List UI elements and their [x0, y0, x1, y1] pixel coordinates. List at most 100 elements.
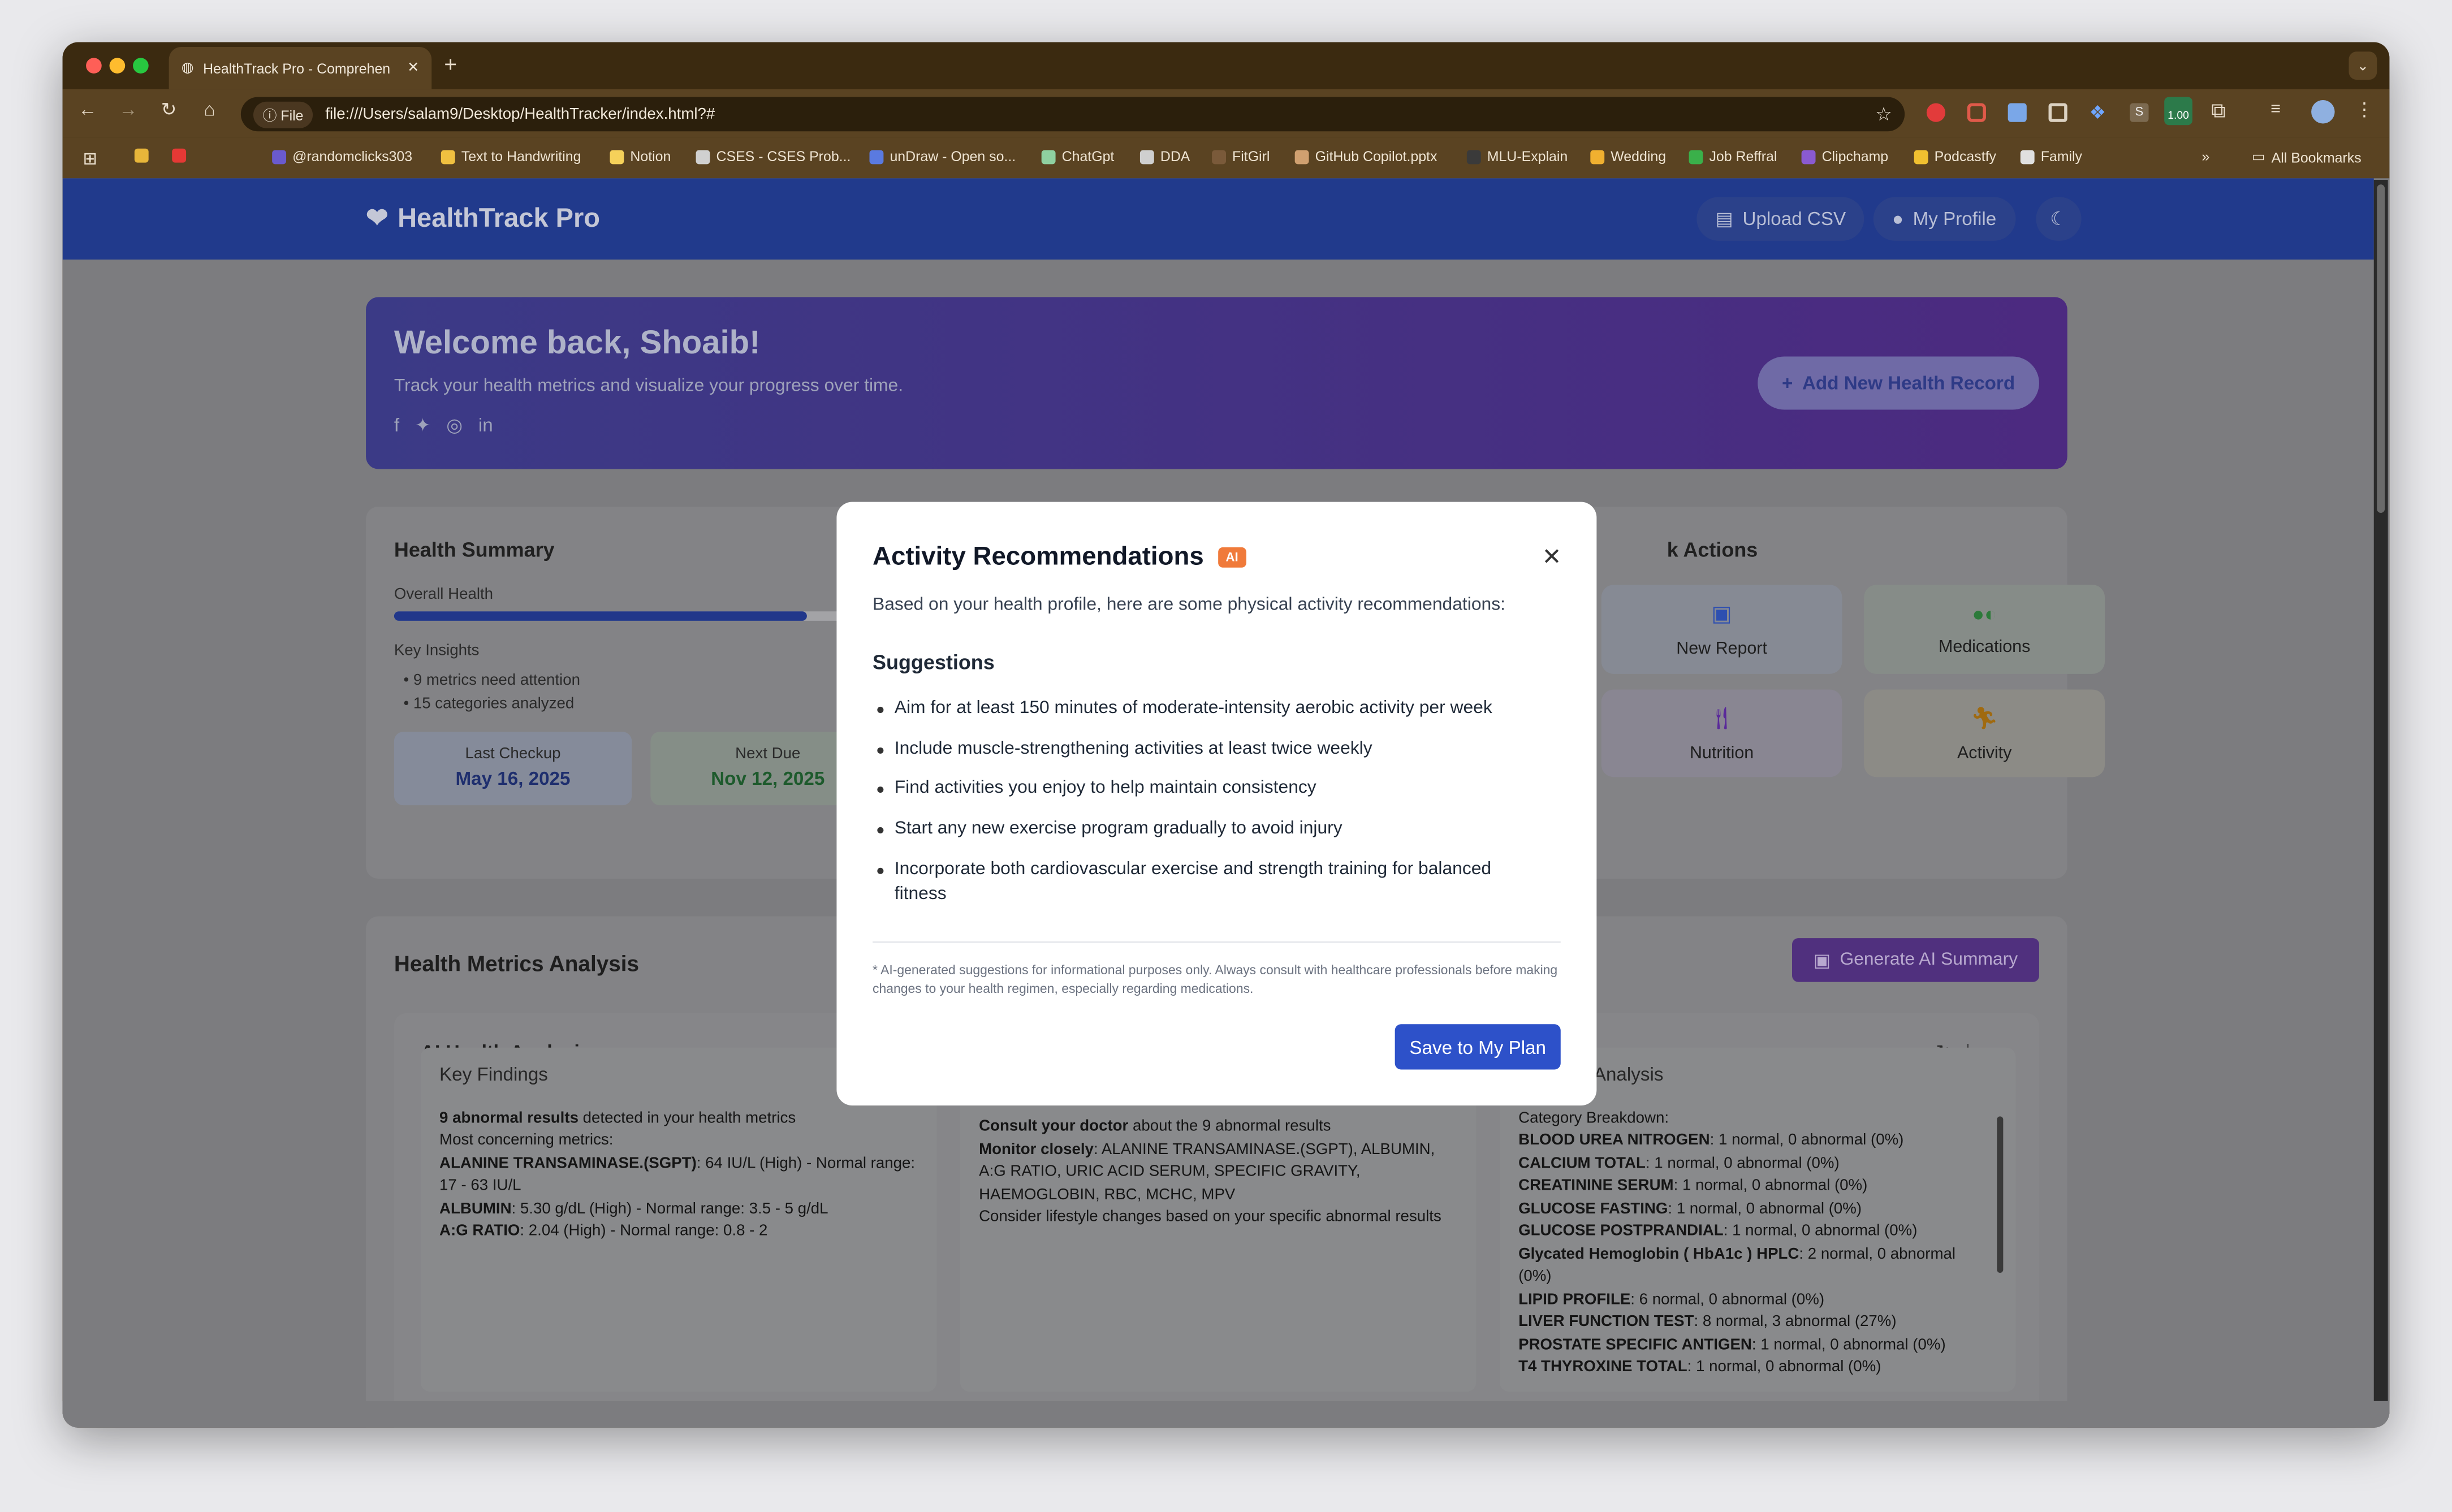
- record-extension-icon[interactable]: [1967, 103, 1986, 122]
- bookmark-label: ChatGpt: [1061, 148, 1115, 165]
- bookmark-item[interactable]: unDraw - Open so...: [869, 149, 1016, 164]
- findings-summary-text: detected in your health metrics: [578, 1109, 796, 1127]
- home-icon[interactable]: ⌂: [197, 98, 222, 120]
- bookmark-favicon-icon: [2020, 149, 2035, 163]
- category-scrollbar[interactable]: [1997, 1116, 2004, 1273]
- bookmark-youtube-icon[interactable]: [172, 148, 187, 163]
- all-bookmarks-label: All Bookmarks: [2271, 149, 2362, 165]
- menu-kebab-icon[interactable]: ⋮: [2355, 98, 2374, 120]
- extension-badge: 1.00: [2168, 111, 2189, 122]
- screenshot-extension-icon[interactable]: [2008, 103, 2027, 122]
- activity-label: Activity: [1957, 743, 2012, 763]
- bookmark-favicon-icon: [1041, 149, 1056, 163]
- category-detail: : 1 normal, 0 abnormal (0%): [1645, 1155, 1840, 1172]
- bookmark-item[interactable]: Wedding: [1590, 148, 1667, 165]
- bookmark-item[interactable]: Clipchamp: [1801, 148, 1889, 165]
- window-extension-icon[interactable]: [2048, 103, 2067, 122]
- minimize-window-button[interactable]: [109, 58, 126, 74]
- bookmark-item[interactable]: FitGirl: [1212, 149, 1270, 164]
- bookmark-star-icon[interactable]: ☆: [1875, 103, 1892, 126]
- activity-action[interactable]: 🏃︎ Activity: [1864, 689, 2105, 777]
- apps-grid-icon[interactable]: ⊞: [83, 149, 97, 169]
- bookmark-photos-icon[interactable]: [134, 148, 149, 163]
- all-bookmarks-folder[interactable]: ▭ All Bookmarks: [2252, 149, 2362, 166]
- puzzle-blue-extension-icon[interactable]: ❖: [2089, 102, 2106, 124]
- active-tab[interactable]: ◍ HealthTrack Pro - Comprehen ✕: [169, 46, 432, 89]
- bookmark-item[interactable]: DDA: [1139, 149, 1190, 164]
- heartbeat-icon: ❤: [366, 203, 388, 234]
- new-report-action[interactable]: ▣ New Report: [1601, 585, 1842, 674]
- modal-title-row: Activity Recommendations AI: [873, 543, 1246, 573]
- extension-icon[interactable]: [1926, 103, 1946, 122]
- bookmark-label: Clipchamp: [1821, 148, 1889, 165]
- maximize-window-button[interactable]: [133, 58, 149, 74]
- s-extension-icon[interactable]: S: [2130, 103, 2149, 122]
- reload-icon[interactable]: ↻: [157, 98, 182, 120]
- bookmark-item[interactable]: MLU-Explain: [1466, 149, 1568, 164]
- welcome-subtitle: Track your health metrics and visualize …: [394, 377, 904, 396]
- modal-close-icon[interactable]: ✕: [1542, 543, 1562, 571]
- close-window-button[interactable]: [86, 58, 102, 74]
- extensions-icon[interactable]: ⧉: [2211, 98, 2226, 123]
- linkedin-icon[interactable]: in: [478, 414, 493, 437]
- medications-action[interactable]: ●◐ Medications: [1864, 585, 2105, 674]
- facebook-icon[interactable]: f: [394, 414, 399, 437]
- category-detail: : 1 normal, 0 abnormal (0%): [1710, 1132, 1904, 1150]
- bookmark-item[interactable]: CSES - CSES Prob...: [696, 149, 851, 164]
- page-scrollbar[interactable]: [2373, 180, 2388, 1426]
- bookmark-item[interactable]: @randomclicks303: [272, 149, 412, 164]
- bookmark-item[interactable]: Family: [2020, 149, 2082, 164]
- save-to-plan-button[interactable]: Save to My Plan: [1395, 1024, 1561, 1070]
- bookmark-item[interactable]: GitHub Copilot.pptx: [1294, 149, 1437, 164]
- tab-search-icon[interactable]: ⌄: [2349, 51, 2377, 80]
- avatar[interactable]: [2311, 100, 2335, 124]
- category-name: BLOOD UREA NITROGEN: [1518, 1132, 1710, 1150]
- reading-list-icon[interactable]: ≡: [2270, 100, 2281, 119]
- add-record-label: Add New Health Record: [1802, 372, 2015, 394]
- category-detail: : 1 normal, 0 abnormal (0%): [1668, 1200, 1862, 1217]
- category-item: PROSTATE SPECIFIC ANTIGEN: 1 normal, 0 a…: [1518, 1334, 1982, 1357]
- welcome-title: Welcome back, Shoaib!: [394, 325, 761, 361]
- site-info-chip[interactable]: ⓘ File: [253, 101, 313, 128]
- nutrition-action[interactable]: 🍴︎ Nutrition: [1601, 689, 1842, 777]
- back-icon[interactable]: ←: [75, 98, 100, 120]
- bookmark-item[interactable]: Job Reffral: [1689, 148, 1777, 165]
- generate-ai-summary-button[interactable]: ▣ Generate AI Summary: [1792, 938, 2039, 982]
- instagram-icon[interactable]: ◎: [446, 414, 463, 437]
- modal-divider: [873, 941, 1561, 943]
- category-detail: : 6 normal, 0 abnormal (0%): [1630, 1290, 1825, 1308]
- bookmark-item[interactable]: Notion: [610, 149, 671, 164]
- insight-item: • 9 metrics need attention: [403, 672, 580, 690]
- upload-csv-button[interactable]: ▤ Upload CSV: [1696, 197, 1865, 241]
- scrollbar-thumb[interactable]: [2377, 184, 2385, 513]
- finding-item: ALBUMIN: 5.30 g/dL (High) - Normal range…: [439, 1199, 918, 1221]
- bookmark-label: Wedding: [1611, 148, 1667, 165]
- app-logo[interactable]: ❤ HealthTrack Pro: [366, 203, 600, 234]
- bookmark-favicon-icon: [1590, 149, 1605, 163]
- bookmark-item[interactable]: ChatGpt: [1041, 148, 1115, 165]
- bookmark-item[interactable]: Podcastfy: [1914, 149, 1996, 164]
- forward-icon[interactable]: →: [116, 98, 141, 120]
- bookmark-favicon-icon: [869, 149, 884, 163]
- bookmarks-overflow-icon[interactable]: »: [2202, 149, 2210, 165]
- finding-detail: : 2.04 (High) - Normal range: 0.8 - 2: [520, 1222, 768, 1240]
- category-name: LIPID PROFILE: [1518, 1290, 1631, 1308]
- category-name: GLUCOSE FASTING: [1518, 1200, 1668, 1217]
- category-name: LIVER FUNCTION TEST: [1518, 1313, 1694, 1331]
- bookmark-item[interactable]: Text to Handwriting: [441, 148, 581, 165]
- speed-extension-icon[interactable]: 1.00: [2164, 97, 2192, 126]
- new-tab-icon[interactable]: +: [444, 51, 457, 76]
- metrics-title: Health Metrics Analysis: [394, 951, 640, 976]
- category-name: Glycated Hemoglobin ( HbA1c ) HPLC: [1518, 1245, 1799, 1263]
- twitter-icon[interactable]: ✦: [415, 414, 431, 437]
- url-bar[interactable]: ⓘ File file:///Users/salam9/Desktop/Heal…: [240, 97, 1905, 132]
- add-health-record-button[interactable]: + Add New Health Record: [1758, 356, 2039, 410]
- globe-icon: ◍: [181, 59, 194, 75]
- bookmarks-bar: ⊞ @randomclicks303 Text to Handwriting Not…: [62, 137, 2390, 179]
- theme-toggle-button[interactable]: ☾: [2036, 197, 2081, 241]
- bookmark-label: Text to Handwriting: [461, 148, 581, 165]
- bookmark-favicon-icon: [1294, 149, 1309, 163]
- my-profile-button[interactable]: ● My Profile: [1873, 197, 2015, 241]
- bookmark-label: Job Reffral: [1709, 148, 1777, 165]
- tab-close-icon[interactable]: ✕: [407, 59, 419, 76]
